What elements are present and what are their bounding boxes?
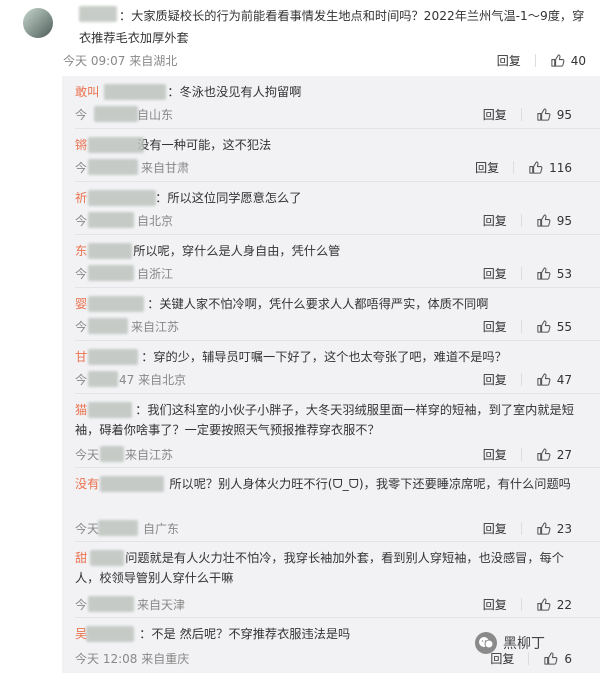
thumbs-up-icon (544, 652, 558, 665)
reply-text: 甜问题就是有人火力壮不怕冷，我穿长袖加外套，看到别人穿短袖，也没感冒，每个人，校… (75, 551, 564, 585)
reply-actions: 回复 95 (483, 106, 572, 123)
reply-actions: 回复 47 (483, 371, 572, 388)
reply-meta: 今天 12:08 来自重庆 (75, 652, 190, 666)
like-button[interactable]: 23 (536, 521, 572, 536)
wechat-logo-icon (475, 632, 497, 654)
reply-actions: 回复 53 (483, 265, 572, 282)
thumbs-up-icon (537, 373, 551, 386)
reply-actions: 回复 23 (483, 520, 572, 537)
like-count: 40 (570, 53, 586, 68)
like-count: 6 (564, 651, 572, 666)
like-count: 27 (556, 447, 572, 462)
reply-actions: 回复 116 (475, 159, 572, 176)
reply-actions: 回复 22 (483, 596, 572, 613)
comment-text: ：大家质疑校长的行为前能看看事情发生地点和时间吗？2022年兰州气温-1～9度，… (79, 9, 585, 45)
reply-actions: 回复 95 (483, 212, 572, 229)
reply-item: 敢叫 ：冬泳也没见有人拘留啊 今自山东 回复 95 (62, 76, 600, 129)
like-button[interactable]: 95 (536, 213, 572, 228)
reply-button[interactable]: 回复 (483, 212, 507, 229)
comment-actions: 回复 40 (497, 52, 586, 69)
reply-item: 甜问题就是有人火力壮不怕冷，我穿长袖加外套，看到别人穿短袖，也没感冒，每个人，校… (62, 542, 600, 618)
reply-button[interactable]: 回复 (483, 371, 507, 388)
reply-text: 甘：穿的少，辅导员叮嘱一下好了，这个也太夸张了吧，难道不是吗？ (75, 350, 507, 364)
thumbs-up-icon (537, 108, 551, 121)
avatar[interactable] (23, 8, 53, 38)
thumbs-up-icon (537, 320, 551, 333)
like-count: 22 (556, 597, 572, 612)
like-button[interactable]: 95 (536, 107, 572, 122)
like-count: 47 (556, 372, 572, 387)
like-button[interactable]: 55 (536, 319, 572, 334)
reply-item: 甘：穿的少，辅导员叮嘱一下好了，这个也太夸张了吧，难道不是吗？ 今 47 来自北京… (62, 341, 600, 394)
like-count: 55 (556, 319, 572, 334)
reply-button[interactable]: 回复 (497, 52, 521, 69)
like-count: 23 (556, 521, 572, 536)
reply-text: 东所以呢，穿什么是人身自由，凭什么管 (75, 244, 341, 258)
like-button[interactable]: 116 (528, 160, 572, 175)
thumbs-up-icon (537, 522, 551, 535)
reply-text: 猫：我们这科室的小伙子小胖子，大冬天羽绒服里面一样穿的短袖，到了室内就是短袖，碍… (75, 403, 574, 437)
like-button[interactable]: 53 (536, 266, 572, 281)
like-button[interactable]: 40 (550, 53, 586, 68)
like-count: 95 (556, 107, 572, 122)
reply-text: 锵没有一种可能，这不犯法 (75, 138, 272, 152)
reply-button[interactable]: 回复 (483, 265, 507, 282)
comment-meta: 今天 09:07 来自湖北 (63, 54, 178, 68)
reply-item: 婴：关键人家不怕冷啊，凭什么要求人人都唔得严实，体质不同啊 今来自江苏 回复 55 (62, 288, 600, 341)
reply-button[interactable]: 回复 (483, 106, 507, 123)
thumbs-up-icon (529, 161, 543, 174)
reply-item: 猫：我们这科室的小伙子小胖子，大冬天羽绒服里面一样穿的短袖，到了室内就是短袖，碍… (62, 394, 600, 468)
like-button[interactable]: 27 (536, 447, 572, 462)
reply-button[interactable]: 回复 (483, 318, 507, 335)
watermark: 黑柳丁 (475, 632, 545, 654)
reply-item: 东所以呢，穿什么是人身自由，凭什么管 今自浙江 回复 53 (62, 235, 600, 288)
reply-list: 敢叫 ：冬泳也没见有人拘留啊 今自山东 回复 95 锵没有一种可能，这不犯法 今来自… (62, 76, 600, 673)
reply-button[interactable]: 回复 (475, 159, 499, 176)
like-count: 116 (549, 160, 572, 175)
like-button[interactable]: 6 (543, 651, 572, 666)
thumbs-up-icon (537, 448, 551, 461)
thumbs-up-icon (537, 598, 551, 611)
watermark-text: 黑柳丁 (503, 636, 545, 652)
reply-actions: 回复 55 (483, 318, 572, 335)
reply-item: 锵没有一种可能，这不犯法 今来自甘肃 回复 116 (62, 129, 600, 182)
like-button[interactable]: 47 (536, 372, 572, 387)
thumbs-up-icon (551, 54, 565, 67)
like-count: 95 (556, 213, 572, 228)
thumbs-up-icon (537, 214, 551, 227)
reply-button[interactable]: 回复 (483, 596, 507, 613)
like-count: 53 (556, 266, 572, 281)
reply-item: 没有 所以呢？别人身体火力旺不行(ᗜ_ᗜ)，我零下还要睡凉席呢，有什么问题吗 今天… (62, 468, 600, 542)
reply-actions: 回复 27 (483, 446, 572, 463)
top-comment: ：大家质疑校长的行为前能看看事情发生地点和时间吗？2022年兰州气温-1～9度，… (0, 0, 600, 76)
reply-text: 婴：关键人家不怕冷啊，凭什么要求人人都唔得严实，体质不同啊 (75, 297, 489, 311)
reply-item: 祈：所以这位同学愿意怎么了 今自北京 回复 95 (62, 182, 600, 235)
reply-meta: 今天 来自江苏 (75, 448, 174, 462)
like-button[interactable]: 22 (536, 597, 572, 612)
thumbs-up-icon (537, 267, 551, 280)
reply-button[interactable]: 回复 (483, 520, 507, 537)
reply-button[interactable]: 回复 (483, 446, 507, 463)
